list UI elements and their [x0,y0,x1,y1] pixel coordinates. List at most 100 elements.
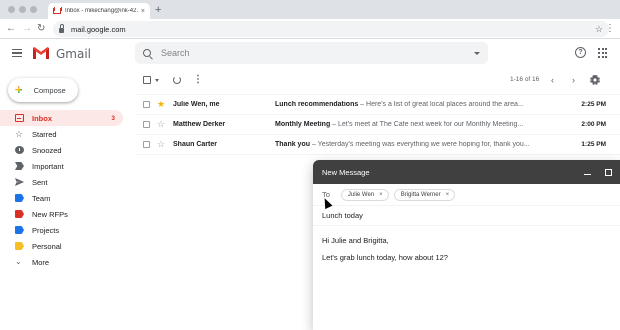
search-icon[interactable] [143,49,151,57]
address-bar[interactable]: mail.google.com ☆ [53,21,609,37]
browser-menu-icon[interactable]: ⋮ [605,22,615,36]
label-icon [15,242,24,250]
sidebar-nav: Inbox 3 ☆ Starred Snoozed Important Sent… [0,110,125,270]
row-snippet: – Here's a list of great local places ar… [358,101,524,108]
row-body: Thank you – Yesterday's meeting was ever… [275,141,562,148]
fullscreen-icon[interactable] [605,168,612,176]
gmail-logo-icon[interactable] [32,46,50,60]
sidebar-item-important[interactable]: Important [0,158,125,174]
compose-button[interactable]: + Compose [8,78,78,102]
tab-title: Inbox - mikechang@ink-42.com [65,8,138,14]
remove-recipient-icon[interactable]: × [379,192,383,198]
select-all-checkbox[interactable] [143,76,151,84]
window-zoom-dot[interactable] [30,6,37,13]
refresh-icon[interactable] [173,76,181,84]
row-subject: Lunch recommendations [275,101,359,108]
sidebar-item-more[interactable]: ⌄ More [0,254,125,270]
subject-field[interactable]: Lunch today [313,206,620,226]
row-sender: Matthew Derker [173,121,226,128]
minimize-icon[interactable] [584,173,591,176]
more-options-icon[interactable]: ⋮ [193,73,203,87]
table-row[interactable]: ☆ Shaun Carter Thank you – Yesterday's m… [135,135,620,155]
sidebar-item-team[interactable]: Team [0,190,125,206]
gear-icon[interactable] [590,75,600,85]
help-icon[interactable]: ? [575,47,586,58]
sidebar-item-label: More [32,257,50,267]
new-tab-button[interactable]: + [155,3,161,17]
send-icon [15,178,24,186]
message-body-field[interactable]: Hi Julie and Brigitta, Let's grab lunch … [313,226,620,280]
sidebar-item-label: New RFPs [32,209,68,219]
bookmark-star-icon[interactable]: ☆ [595,24,603,35]
older-page-chevron-icon[interactable]: › [572,74,575,86]
reload-button[interactable]: ↻ [37,22,45,36]
lock-icon [59,24,64,33]
row-subject: Monthly Meeting [275,121,331,128]
row-snippet: – Yesterday's meeting was everything we … [310,141,530,148]
sidebar-item-label: Snoozed [32,145,62,155]
sidebar-item-label: Starred [32,129,57,139]
recipients-field[interactable]: To Julie Wen × Brigitta Werner × [313,184,620,206]
browser-toolbar: ← → ↻ mail.google.com ☆ ⋮ [0,19,620,39]
chevron-down-icon: ⌄ [15,257,22,266]
select-dropdown-caret-icon[interactable] [155,79,159,82]
row-body: Monthly Meeting – Let's meet at The Cafe… [275,121,562,128]
sidebar-item-label: Team [32,193,51,203]
row-checkbox[interactable] [143,101,150,108]
star-icon[interactable]: ☆ [157,120,169,129]
sidebar-item-new-rfps[interactable]: New RFPs [0,206,125,222]
search-bar[interactable] [135,42,488,64]
sidebar-item-label: Sent [32,177,48,187]
compose-plus-icon: + [15,82,23,97]
important-icon [15,162,24,170]
gmail-header: Gmail ? [0,39,620,67]
sidebar-item-starred[interactable]: ☆ Starred [0,126,125,142]
row-checkbox[interactable] [143,141,150,148]
compose-label: Compose [33,85,66,95]
row-date: 2:00 PM [581,121,606,128]
sidebar-item-personal[interactable]: Personal [0,238,125,254]
apps-grid-icon[interactable] [598,48,608,58]
star-icon: ☆ [15,129,24,139]
forward-button[interactable]: → [22,22,32,36]
browser-tab[interactable]: Inbox - mikechang@ink-42.com × [48,3,150,19]
url-text[interactable]: mail.google.com [71,25,595,34]
sidebar-item-label: Important [32,161,64,171]
search-options-caret-icon[interactable] [474,51,480,55]
row-date: 2:25 PM [581,101,606,108]
sidebar-item-projects[interactable]: Projects [0,222,125,238]
recipient-name: Brigitta Werner [400,191,441,198]
mail-toolbar: ⋮ 1-16 of 16 ‹ › [135,72,620,90]
clock-icon [15,146,24,154]
row-snippet: – Let's meet at The Cafe next week for o… [330,121,524,128]
table-row[interactable]: ★ Julie Wen, me Lunch recommendations – … [135,95,620,115]
compose-header[interactable]: New Message [313,160,620,184]
row-date: 1:25 PM [581,141,606,148]
row-checkbox[interactable] [143,121,150,128]
body-line: Hi Julie and Brigitta, [322,236,389,245]
star-icon[interactable]: ★ [157,100,169,109]
sidebar-item-snoozed[interactable]: Snoozed [0,142,125,158]
newer-page-chevron-icon[interactable]: ‹ [551,74,554,86]
recipient-chip[interactable]: Julie Wen × [340,188,389,201]
recipient-chip[interactable]: Brigitta Werner × [393,188,456,201]
row-sender: Julie Wen, me [173,101,220,108]
body-line: Let's grab lunch today, how about 12? [322,253,448,262]
sidebar-item-inbox[interactable]: Inbox 3 [0,110,123,126]
main-menu-icon[interactable] [12,49,22,57]
sidebar-item-label: Personal [32,241,62,251]
window-minimize-dot[interactable] [19,6,26,13]
sidebar-item-sent[interactable]: Sent [0,174,125,190]
remove-recipient-icon[interactable]: × [446,192,450,198]
recipient-name: Julie Wen [347,191,375,198]
unread-count-badge: 3 [111,114,115,122]
tab-close-icon[interactable]: × [141,8,145,15]
table-row[interactable]: ☆ Matthew Derker Monthly Meeting – Let's… [135,115,620,135]
message-list: ★ Julie Wen, me Lunch recommendations – … [135,94,620,155]
search-input[interactable] [161,48,468,58]
window-close-dot[interactable] [8,6,15,13]
back-button[interactable]: ← [6,22,16,36]
compose-window: New Message To Julie Wen × Brigitta Wern… [313,160,620,330]
row-sender: Shaun Carter [173,141,217,148]
star-icon[interactable]: ☆ [157,140,169,149]
